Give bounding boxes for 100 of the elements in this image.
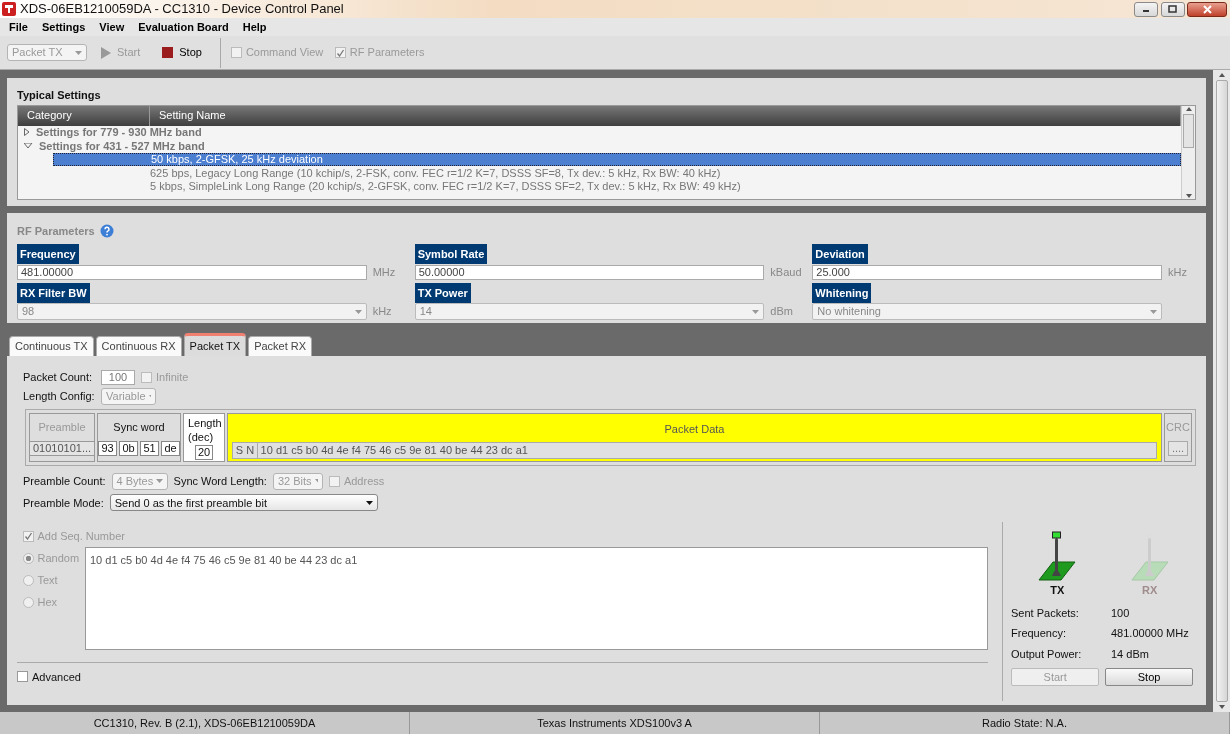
field-label: RX Filter BW	[17, 282, 90, 303]
caret-icon	[354, 309, 362, 314]
checkbox-label: RF Parameters	[349, 45, 425, 61]
status-text: Texas Instruments XDS100v3 A	[410, 712, 820, 734]
stat-value: 100	[1111, 605, 1131, 621]
caret-icon	[1150, 309, 1157, 314]
scrollbar[interactable]	[1181, 105, 1195, 199]
tab[interactable]: Packet TX	[183, 333, 247, 356]
menu-item[interactable]: Settings	[34, 18, 93, 36]
maximize-button[interactable]	[1160, 1, 1185, 17]
field-label: Preamble Count:	[23, 473, 106, 489]
stop-button[interactable]: Stop	[1104, 667, 1194, 686]
field-label: Sync word	[113, 419, 165, 435]
radio-button[interactable]	[22, 596, 34, 608]
byte-field[interactable]: 0b	[119, 441, 138, 457]
field-label: CRC	[1166, 419, 1190, 435]
app-logo-icon	[2, 2, 16, 16]
text-area[interactable]: 10 d1 c5 b0 4d 4e f4 75 46 c5 9e 81 40 be 44 23 dc a1	[85, 547, 988, 650]
window-title: XDS-06EB1210059DA - CC1310 - Device Control Panel	[20, 0, 344, 19]
checkbox-label: Infinite	[156, 370, 189, 386]
radio-label: Hex	[37, 594, 58, 610]
menu-item[interactable]: View	[92, 18, 132, 36]
tab[interactable]: Packet RX	[248, 336, 313, 356]
input-field[interactable]: 50.00000	[414, 264, 765, 280]
field-label: Length (dec)	[188, 416, 220, 445]
checkbox-label: Address	[343, 473, 385, 489]
field-label: Frequency	[17, 243, 79, 264]
caret-icon	[365, 500, 373, 505]
radio-button[interactable]	[22, 574, 34, 586]
setting-row[interactable]: 5 kbps, SimpleLink Long Range (20 kchip/s, 2-GFSK, conv. FEC r=1/2 K=7, DSSS SF=2, Tx dev.: 5 kHz, Rx BW: 49 kHz)	[53, 179, 1181, 193]
menu-item[interactable]: Evaluation Board	[131, 18, 236, 36]
checkbox-label: Command View	[245, 45, 324, 61]
field-label: TX Power	[414, 282, 471, 303]
stat-label: Output Power:	[1011, 646, 1083, 662]
scrollbar[interactable]	[1213, 70, 1230, 712]
field-label: Preamble	[38, 419, 86, 435]
byte-field[interactable]: 93	[98, 441, 117, 457]
checkbox-label: Add Seq. Number	[37, 528, 125, 544]
unit-label: kHz	[1168, 265, 1188, 280]
checkbox-label: Advanced	[32, 669, 81, 685]
field-label: Deviation	[812, 243, 868, 264]
unit-label: kBaud	[770, 265, 799, 280]
field-label: Symbol Rate	[414, 243, 488, 264]
byte-field[interactable]: de	[161, 441, 180, 457]
column-header[interactable]: Category	[18, 105, 150, 126]
field-label: Sync Word Length:	[173, 473, 267, 489]
input-field[interactable]: 25.000	[812, 264, 1162, 280]
input-field[interactable]: 481.00000	[17, 264, 367, 280]
help-icon[interactable]	[100, 224, 115, 239]
expand-arrow-icon[interactable]	[24, 128, 30, 137]
maximize-icon	[1168, 5, 1177, 13]
stat-label: Frequency:	[1011, 626, 1068, 642]
checkbox[interactable]	[17, 671, 28, 683]
play-icon	[101, 46, 111, 59]
checkbox[interactable]	[22, 530, 34, 542]
stat-value: 14 dBm	[1111, 646, 1150, 662]
input-field[interactable]: 01010101...	[28, 441, 96, 457]
menu-item[interactable]: File	[2, 18, 35, 36]
field-label: Whitening	[812, 282, 872, 303]
input-field[interactable]: S N 10 d1 c5 b0 4d 4e f4 75 46 c5 9e 81 40 be 44 23 dc a1	[232, 442, 1157, 459]
scroll-down-icon[interactable]	[1184, 193, 1193, 199]
stop-icon	[162, 47, 174, 58]
input-field[interactable]: ....	[1167, 441, 1189, 457]
close-icon	[1202, 4, 1212, 14]
setting-row[interactable]: 625 bps, Legacy Long Range (10 kchip/s, 2-FSK, conv. FEC r=1/2 K=7, DSSS SF=8, Tx dev.: 5 kHz, Rx BW: 40 kHz)	[53, 166, 1181, 180]
radio-label: Random	[37, 550, 80, 566]
radio-label: Text	[37, 572, 58, 588]
panel-title: Typical Settings	[17, 88, 102, 103]
tab[interactable]: Continuous TX	[9, 336, 94, 356]
panel-title: RF Parameters	[17, 224, 95, 239]
minimize-button[interactable]	[1133, 1, 1158, 17]
setting-row[interactable]: 50 kbps, 2-GFSK, 25 kHz deviation	[53, 152, 1181, 166]
unit-label: kHz	[372, 304, 393, 320]
stat-value: 481.00000 MHz	[1111, 626, 1190, 642]
unit-label: MHz	[372, 265, 397, 280]
checkbox[interactable]	[141, 372, 152, 383]
caret-icon	[75, 50, 82, 55]
byte-field[interactable]: 51	[140, 441, 159, 457]
close-button[interactable]	[1187, 1, 1228, 17]
field-label: Packet Data	[664, 421, 725, 437]
checkbox[interactable]	[328, 475, 340, 487]
indicator-label: RX	[1142, 583, 1158, 599]
caret-icon	[314, 479, 318, 483]
caret-icon	[156, 479, 163, 483]
scroll-up-icon[interactable]	[1217, 72, 1226, 78]
tab[interactable]: Continuous RX	[95, 336, 182, 356]
menu-item[interactable]: Help	[235, 18, 274, 36]
stat-label: Sent Packets:	[1011, 605, 1080, 621]
dropdown[interactable]: Send 0 as the first preamble bit	[109, 494, 378, 512]
field-label: Preamble Mode:	[23, 495, 104, 511]
unit-label: dBm	[770, 304, 794, 320]
radio-button[interactable]	[22, 552, 34, 564]
input-field[interactable]: 100	[101, 370, 135, 385]
caret-icon	[752, 309, 760, 314]
field-label: Length Config:	[23, 389, 95, 405]
collapse-arrow-icon[interactable]	[24, 142, 33, 149]
input-field[interactable]: 20	[194, 444, 214, 460]
scroll-down-icon[interactable]	[1217, 704, 1226, 710]
stop-button[interactable]: Stop	[154, 44, 210, 61]
field-label: Packet Count:	[23, 370, 94, 386]
